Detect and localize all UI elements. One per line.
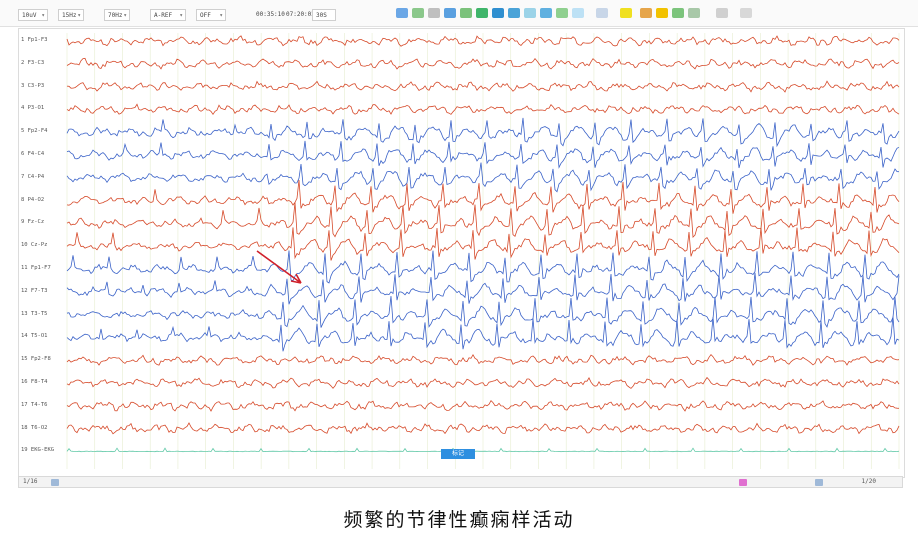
next-page-icon[interactable]: [540, 8, 552, 18]
video-icon[interactable]: [656, 8, 668, 18]
highlight-icon[interactable]: [620, 8, 632, 18]
stop-icon[interactable]: [508, 8, 520, 18]
event-marker[interactable]: 标记: [441, 449, 475, 459]
notch-select[interactable]: OFF ▾: [196, 9, 226, 21]
scroll-right-icon[interactable]: [815, 479, 823, 486]
marker-icon: [739, 479, 747, 486]
eeg-viewer[interactable]: 1 Fp1-F3 2 F3-C3 3 C3-P3 4 P3-O1 5 Fp2-F4 6 F…: [18, 28, 905, 478]
sensitivity-select[interactable]: 10uV ▾: [18, 9, 48, 21]
figure-caption: 频繁的节律性癫痫样活动: [343, 509, 575, 531]
report-icon[interactable]: [672, 8, 684, 18]
open-icon[interactable]: [396, 8, 408, 18]
low-filter-select[interactable]: 15Hz ▾: [58, 9, 84, 21]
previous-page-icon[interactable]: [524, 8, 536, 18]
current-time: 07:20:02: [286, 11, 315, 18]
pause-icon[interactable]: [492, 8, 504, 18]
eeg-traces: [66, 33, 900, 469]
page-speed-select[interactable]: 30S: [312, 9, 336, 21]
zoom-in-icon[interactable]: [444, 8, 456, 18]
print-icon[interactable]: [428, 8, 440, 18]
status-bar: 1/16 1/20: [18, 476, 903, 488]
zoom-out-icon[interactable]: [460, 8, 472, 18]
ruler-icon[interactable]: [596, 8, 608, 18]
time-indicator: 1/20: [861, 478, 876, 485]
settings-icon[interactable]: [688, 8, 700, 18]
save-icon[interactable]: [412, 8, 424, 18]
mark-icon[interactable]: [556, 8, 568, 18]
scroll-left-icon[interactable]: [51, 479, 59, 486]
help-icon[interactable]: [740, 8, 752, 18]
play-icon[interactable]: [476, 8, 488, 18]
window-icon[interactable]: [716, 8, 728, 18]
high-filter-select[interactable]: 70Hz ▾: [104, 9, 130, 21]
page-indicator: 1/16: [23, 478, 38, 485]
montage-select[interactable]: A-REF ▾: [150, 9, 186, 21]
annotation-arrow: [256, 250, 302, 284]
camera-icon[interactable]: [640, 8, 652, 18]
toolbar: 10uV ▾ 15Hz ▾ 70Hz ▾ A-REF ▾ OFF ▾ 00:35:10 0…: [0, 0, 918, 27]
start-time: 00:35:10: [256, 11, 285, 18]
measure-icon[interactable]: [572, 8, 584, 18]
